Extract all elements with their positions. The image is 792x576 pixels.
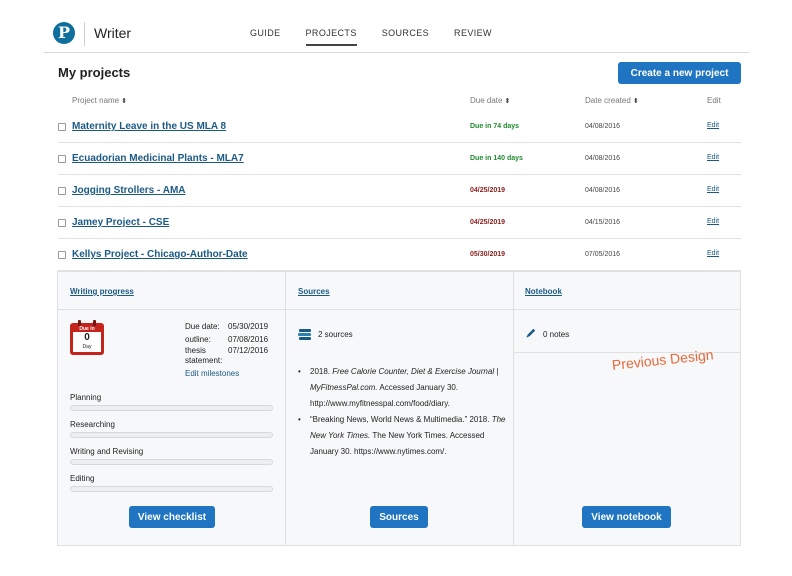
sort-icon[interactable]: ⬍	[121, 98, 127, 105]
main-nav: GUIDE PROJECTS SOURCES REVIEW	[250, 28, 517, 46]
calendar-icon: Due in 0 Day	[70, 320, 104, 355]
stage-label: Researching	[70, 420, 115, 429]
stage-progress-bar	[70, 405, 273, 411]
header-divider	[84, 22, 85, 46]
citation-item: • 2018. Free Calorie Counter, Diet & Exe…	[298, 367, 499, 408]
page-title: My projects	[58, 65, 131, 80]
nav-tab-guide[interactable]: GUIDE	[250, 28, 281, 46]
table-row: Ecuadorian Medicinal Plants - MLA7 Due i…	[58, 143, 741, 175]
stage-label: Planning	[70, 393, 102, 402]
thesis-value: 07/12/2016	[228, 346, 269, 355]
outline-label: outline:	[185, 335, 211, 344]
outline-value: 07/08/2016	[228, 335, 269, 344]
stage-progress-bar	[70, 432, 273, 438]
days-unit: Day	[82, 344, 92, 350]
due-date: 04/25/2019	[470, 219, 506, 226]
table-row: Maternity Leave in the US MLA 8 Due in 7…	[58, 111, 741, 143]
books-icon	[298, 329, 311, 340]
stage-label: Editing	[70, 474, 95, 483]
header-date-created[interactable]: Date created ⬍	[585, 96, 639, 105]
header-project-name[interactable]: Project name ⬍	[72, 96, 127, 105]
date-created: 04/08/2016	[585, 155, 621, 162]
project-name-link[interactable]: Jamey Project - CSE	[72, 217, 169, 228]
sort-icon[interactable]: ⬍	[633, 98, 639, 105]
citation-item: • “Breaking News, World News & Multimedi…	[298, 415, 506, 456]
pearson-logo[interactable]: P	[53, 22, 75, 44]
sources-count: 2 sources	[318, 330, 353, 339]
pencil-icon	[526, 328, 536, 338]
due-date-label: Due date:	[185, 322, 220, 331]
thesis-label: thesis statement:	[185, 346, 223, 365]
project-name-link[interactable]: Maternity Leave in the US MLA 8	[72, 121, 226, 132]
edit-link[interactable]: Edit	[707, 250, 719, 257]
edit-link[interactable]: Edit	[707, 218, 719, 225]
table-row: Kellys Project - Chicago-Author-Date 05/…	[58, 239, 741, 271]
edit-link[interactable]: Edit	[707, 154, 719, 161]
stage-progress-bar	[70, 459, 273, 465]
edit-link[interactable]: Edit	[707, 186, 719, 193]
project-name-link[interactable]: Ecuadorian Medicinal Plants - MLA7	[72, 153, 244, 164]
stage-label: Writing and Revising	[70, 447, 144, 456]
edit-milestones-link[interactable]: Edit milestones	[185, 369, 239, 378]
sources-button[interactable]: Sources	[370, 506, 428, 528]
project-name-link[interactable]: Kellys Project - Chicago-Author-Date	[72, 249, 248, 260]
sources-title[interactable]: Sources	[298, 287, 330, 296]
row-checkbox[interactable]	[58, 187, 66, 195]
project-details-panel: Writing progress Due in 0 Day Due date: …	[57, 271, 741, 546]
project-name-link[interactable]: Jogging Strollers - AMA	[72, 185, 186, 196]
nav-tab-review[interactable]: REVIEW	[454, 28, 492, 46]
view-notebook-button[interactable]: View notebook	[582, 506, 671, 528]
due-date-value: 05/30/2019	[228, 322, 269, 331]
row-checkbox[interactable]	[58, 155, 66, 163]
column-divider	[513, 272, 514, 545]
stage-progress-bar	[70, 486, 273, 492]
notes-count: 0 notes	[543, 330, 570, 339]
projects-table-header: Project name ⬍ Due date ⬍ Date created ⬍ Ed…	[58, 96, 741, 112]
writing-progress-title[interactable]: Writing progress	[70, 287, 134, 296]
sort-icon[interactable]: ⬍	[504, 98, 510, 105]
notebook-title[interactable]: Notebook	[525, 287, 562, 296]
due-date: 04/25/2019	[470, 187, 506, 194]
header-due-date[interactable]: Due date ⬍	[470, 96, 510, 105]
table-row: Jogging Strollers - AMA 04/25/2019 04/08…	[58, 175, 741, 207]
due-date: Due in 74 days	[470, 123, 520, 130]
row-checkbox[interactable]	[58, 219, 66, 227]
app-header: P Writer GUIDE PROJECTS SOURCES REVIEW	[0, 0, 792, 54]
create-project-button[interactable]: Create a new project	[618, 62, 741, 84]
panel-header-rule	[58, 309, 740, 310]
column-divider	[285, 272, 286, 545]
edit-link[interactable]: Edit	[707, 122, 719, 129]
due-date: Due in 140 days	[470, 155, 523, 162]
nav-tab-sources[interactable]: SOURCES	[382, 28, 429, 46]
row-checkbox[interactable]	[58, 251, 66, 259]
date-created: 07/05/2016	[585, 251, 621, 258]
header-edit: Edit	[707, 96, 721, 105]
table-row: Jamey Project - CSE 04/25/2019 04/15/201…	[58, 207, 741, 239]
header-rule	[44, 52, 749, 53]
app-name: Writer	[94, 25, 132, 41]
date-created: 04/08/2016	[585, 187, 621, 194]
date-created: 04/08/2016	[585, 123, 621, 130]
nav-tab-projects[interactable]: PROJECTS	[305, 28, 357, 46]
date-created: 04/15/2016	[585, 219, 621, 226]
row-checkbox[interactable]	[58, 123, 66, 131]
due-date: 05/30/2019	[470, 251, 506, 258]
days-remaining: 0	[84, 332, 90, 343]
view-checklist-button[interactable]: View checklist	[129, 506, 215, 528]
